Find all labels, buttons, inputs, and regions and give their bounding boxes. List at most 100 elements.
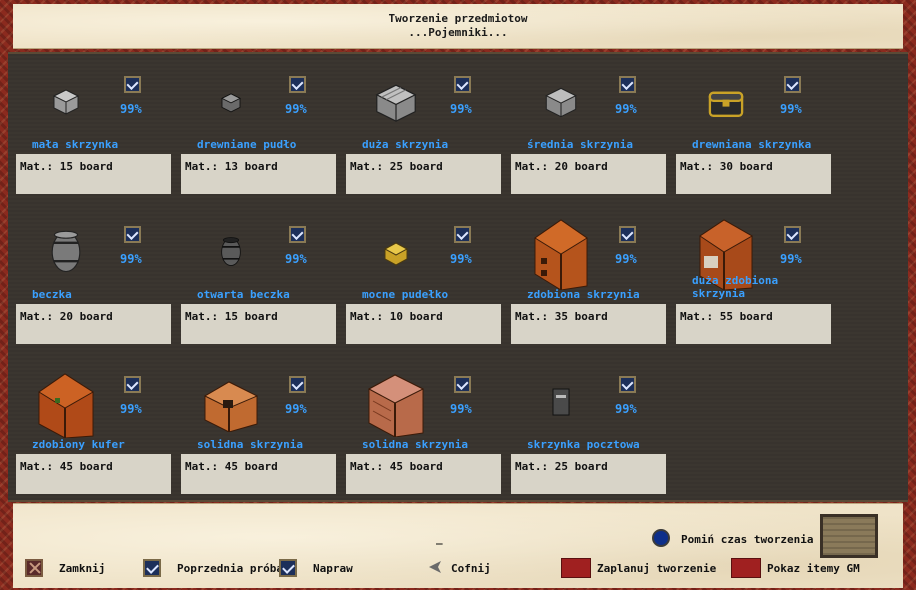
item-checkbox[interactable] — [289, 376, 306, 393]
success-chance: 99% — [450, 102, 472, 116]
success-chance: 99% — [285, 402, 307, 416]
item-name[interactable]: zdobiona skrzynia — [527, 288, 661, 301]
wooden-box-icon — [195, 64, 267, 140]
success-chance: 99% — [285, 102, 307, 116]
back-arrow-icon[interactable] — [427, 559, 443, 578]
status-text: _ — [436, 532, 443, 545]
craft-item-zdobiona-skrzynia[interactable]: 99% zdobiona skrzynia Mat.: 35 board — [505, 214, 666, 354]
category-title: ...Pojemniki... — [408, 26, 508, 39]
craft-item-solidna-skrzynia[interactable]: 99% solidna skrzynia Mat.: 45 board — [175, 364, 336, 504]
item-checkbox[interactable] — [124, 226, 141, 243]
success-chance: 99% — [120, 252, 142, 266]
craft-item-drewniane-pudlo[interactable]: 99% drewniane pudło Mat.: 13 board — [175, 64, 336, 204]
item-name[interactable]: duża zdobiona skrzynia — [692, 274, 826, 300]
open-barrel-icon — [195, 214, 267, 290]
item-checkbox[interactable] — [124, 76, 141, 93]
craft-item-otwarta-beczka[interactable]: 99% otwarta beczka Mat.: 15 board — [175, 214, 336, 354]
success-chance: 99% — [450, 252, 472, 266]
item-materials: Mat.: 13 board — [181, 154, 336, 194]
item-checkbox[interactable] — [454, 376, 471, 393]
window-title: Tworzenie przedmiotow — [388, 12, 528, 25]
repair-button[interactable] — [279, 559, 297, 577]
item-name[interactable]: średnia skrzynia — [527, 138, 661, 151]
ornate-trunk-icon — [30, 364, 102, 440]
item-name[interactable]: solidna skrzynia — [362, 438, 496, 451]
success-chance: 99% — [780, 252, 802, 266]
schedule-label[interactable]: Zaplanuj tworzenie — [597, 562, 716, 575]
success-chance: 99% — [615, 102, 637, 116]
craft-item-srednia-skrzynia[interactable]: 99% średnia skrzynia Mat.: 20 board — [505, 64, 666, 204]
craft-item-mala-skrzynka[interactable]: 99% mała skrzynka Mat.: 15 board — [10, 64, 171, 204]
repair-label[interactable]: Napraw — [313, 562, 353, 575]
craft-item-duza-zdobiona-skrzynia[interactable]: 99% duża zdobiona skrzynia Mat.: 55 boar… — [670, 214, 831, 354]
show-gm-label[interactable]: Pokaz itemy GM — [767, 562, 860, 575]
skip-time-label: Pomiń czas tworzenia — [681, 533, 814, 546]
success-chance: 99% — [615, 402, 637, 416]
craft-item-mocne-pudelko[interactable]: 99% mocne pudełko Mat.: 10 board — [340, 214, 501, 354]
item-materials: Mat.: 20 board — [16, 304, 171, 344]
previous-attempt-button[interactable] — [143, 559, 161, 577]
item-name[interactable]: drewniane pudło — [197, 138, 331, 151]
item-checkbox[interactable] — [619, 376, 636, 393]
item-name[interactable]: zdobiony kufer — [32, 438, 166, 451]
footer-panel: Pomiń czas tworzenia _ Zamknij Poprzedni… — [13, 503, 903, 588]
success-chance: 99% — [120, 402, 142, 416]
item-materials: Mat.: 55 board — [676, 304, 831, 344]
back-label[interactable]: Cofnij — [451, 562, 491, 575]
previous-attempt-label[interactable]: Poprzednia próba — [177, 562, 283, 575]
craft-item-skrzynka-pocztowa[interactable]: 99% skrzynka pocztowa Mat.: 25 board — [505, 364, 666, 504]
craft-item-solidna-skrzynia-2[interactable]: 99% solidna skrzynia Mat.: 45 board — [340, 364, 501, 504]
craft-item-duza-skrzynia[interactable]: 99% duża skrzynia Mat.: 25 board — [340, 64, 501, 204]
item-materials: Mat.: 45 board — [346, 454, 501, 494]
solid-chest-icon — [195, 364, 267, 440]
item-materials: Mat.: 10 board — [346, 304, 501, 344]
close-button[interactable] — [25, 559, 43, 577]
ornate-chest-icon — [525, 214, 597, 290]
close-label[interactable]: Zamknij — [59, 562, 105, 575]
item-materials: Mat.: 45 board — [16, 454, 171, 494]
large-crate-icon — [360, 64, 432, 140]
skip-time-radio[interactable] — [652, 529, 670, 547]
item-name[interactable]: solidna skrzynia — [197, 438, 331, 451]
barrel-icon — [30, 214, 102, 290]
item-materials: Mat.: 20 board — [511, 154, 666, 194]
item-checkbox[interactable] — [289, 226, 306, 243]
strong-box-icon — [360, 214, 432, 290]
item-name[interactable]: duża skrzynia — [362, 138, 496, 151]
item-checkbox[interactable] — [454, 76, 471, 93]
item-materials: Mat.: 15 board — [16, 154, 171, 194]
item-checkbox[interactable] — [619, 226, 636, 243]
craft-item-zdobiony-kufer[interactable]: 99% zdobiony kufer Mat.: 45 board — [10, 364, 171, 504]
item-checkbox[interactable] — [619, 76, 636, 93]
success-chance: 99% — [120, 102, 142, 116]
item-materials: Mat.: 45 board — [181, 454, 336, 494]
item-name[interactable]: mała skrzynka — [32, 138, 166, 151]
medium-crate-icon — [525, 64, 597, 140]
item-name[interactable]: drewniana skrzynka — [692, 138, 826, 151]
craft-item-drewniana-skrzynka[interactable]: 99% drewniana skrzynka Mat.: 30 board — [670, 64, 831, 204]
item-checkbox[interactable] — [289, 76, 306, 93]
item-name[interactable]: otwarta beczka — [197, 288, 331, 301]
wooden-chest-icon — [690, 64, 762, 140]
item-checkbox[interactable] — [124, 376, 141, 393]
success-chance: 99% — [285, 252, 307, 266]
item-name[interactable]: skrzynka pocztowa — [527, 438, 661, 451]
schedule-scroll-icon[interactable] — [561, 558, 591, 578]
item-grid: 99% mała skrzynka Mat.: 15 board 99% dre… — [8, 52, 908, 502]
success-chance: 99% — [780, 102, 802, 116]
small-crate-icon — [30, 64, 102, 140]
show-gm-arrow-icon[interactable] — [731, 558, 761, 578]
item-materials: Mat.: 35 board — [511, 304, 666, 344]
craft-item-beczka[interactable]: 99% beczka Mat.: 20 board — [10, 214, 171, 354]
item-name[interactable]: beczka — [32, 288, 166, 301]
item-checkbox[interactable] — [784, 76, 801, 93]
item-materials: Mat.: 15 board — [181, 304, 336, 344]
item-name[interactable]: mocne pudełko — [362, 288, 496, 301]
item-checkbox[interactable] — [784, 226, 801, 243]
item-materials: Mat.: 30 board — [676, 154, 831, 194]
item-preview — [820, 514, 878, 558]
solid-chest-2-icon — [360, 364, 432, 440]
item-materials: Mat.: 25 board — [511, 454, 666, 494]
item-checkbox[interactable] — [454, 226, 471, 243]
mailbox-icon — [525, 364, 597, 440]
